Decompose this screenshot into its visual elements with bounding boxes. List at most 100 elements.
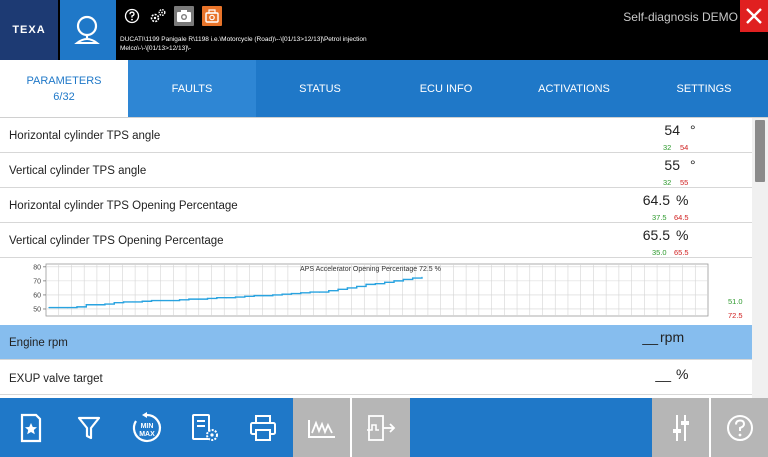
param-min: 32	[663, 143, 672, 152]
data-point	[197, 298, 199, 300]
data-point	[290, 292, 293, 295]
param-row[interactable]: Vertical cylinder TPS Opening Percentage…	[0, 223, 752, 258]
max-text: MAX	[139, 431, 155, 438]
header-bar: TEXA DUCATI\1199 Panigale R\1198 i.e.\Mo…	[0, 0, 768, 60]
data-point	[337, 288, 339, 290]
y-tick-label: 60	[33, 292, 41, 299]
param-row[interactable]: EXUP valve target __ %	[0, 360, 752, 395]
param-unit: °	[690, 157, 696, 173]
tab-ecu-info[interactable]: ECU INFO	[384, 60, 508, 118]
tab-faults[interactable]: FAULTS	[128, 60, 256, 118]
parameter-list: Horizontal cylinder TPS angle 54 ° 32 54…	[0, 118, 752, 398]
data-point	[123, 301, 125, 303]
param-value: 55	[664, 157, 680, 173]
param-row[interactable]: Vertical cylinder TPS angle 55 ° 32 55	[0, 153, 752, 188]
filter-button[interactable]	[60, 398, 118, 457]
data-point	[206, 297, 209, 300]
tab-ecu-info-label: ECU INFO	[419, 83, 473, 95]
graph-row[interactable]: 50 60 70 80 APS Accelerator Opening Percenta…	[0, 258, 752, 326]
signal-export-button[interactable]	[352, 398, 410, 457]
data-point	[85, 304, 87, 306]
param-min: 32	[663, 178, 672, 187]
camera-icon	[177, 10, 191, 22]
settings-list-icon	[192, 413, 218, 441]
tab-settings[interactable]: SETTINGS	[640, 60, 768, 118]
param-unit: %	[676, 366, 689, 382]
tab-faults-label: FAULTS	[171, 83, 213, 95]
y-tick-label: 80	[33, 264, 41, 271]
data-point	[281, 293, 283, 295]
data-point	[346, 287, 348, 289]
close-button[interactable]	[740, 0, 768, 32]
data-point	[356, 285, 358, 288]
param-label: Vertical cylinder TPS angle	[9, 165, 147, 177]
param-unit: %	[676, 227, 689, 243]
tab-bar: PARAMETERS 6/32 FAULTS STATUS ECU INFO A…	[0, 60, 768, 118]
settings-button[interactable]	[148, 6, 168, 26]
screenshot-button[interactable]	[174, 6, 194, 26]
param-row-selected[interactable]: Engine rpm __ rpm	[0, 325, 752, 360]
data-point	[48, 306, 50, 309]
favorites-button[interactable]	[2, 398, 60, 457]
param-max: 54	[680, 143, 689, 152]
param-label: Engine rpm	[9, 337, 68, 349]
graph-max: 72.5	[728, 311, 743, 320]
sliders-button[interactable]	[652, 398, 710, 457]
data-point	[272, 294, 274, 296]
tab-parameters[interactable]: PARAMETERS 6/32	[0, 60, 128, 118]
data-point	[328, 290, 330, 292]
texa-logo: TEXA	[0, 0, 60, 60]
min-text: MIN	[141, 423, 154, 430]
data-point	[76, 306, 78, 308]
tab-parameters-label: PARAMETERS	[26, 75, 102, 87]
data-point	[244, 295, 246, 297]
diagnosis-search-icon	[74, 15, 100, 44]
config-list-button[interactable]	[176, 398, 234, 457]
param-unit: °	[690, 122, 696, 138]
data-point	[421, 276, 423, 278]
scrollbar-thumb[interactable]	[755, 120, 765, 182]
param-max: 55	[680, 178, 689, 187]
help-toolbar-button[interactable]	[711, 398, 768, 457]
scrollbar[interactable]	[752, 118, 768, 398]
tab-activations[interactable]: ACTIVATIONS	[508, 60, 640, 118]
param-value: __	[642, 329, 658, 345]
data-point	[104, 303, 106, 305]
data-point	[393, 280, 395, 282]
print-button[interactable]	[234, 398, 292, 457]
tab-settings-label: SETTINGS	[676, 83, 732, 95]
gears-icon	[150, 9, 166, 23]
param-unit: rpm	[660, 329, 685, 345]
graph-icon	[308, 419, 335, 438]
diagnosis-search-button[interactable]	[60, 0, 116, 60]
param-row[interactable]: Horizontal cylinder TPS Opening Percenta…	[0, 188, 752, 223]
data-point	[113, 302, 115, 304]
help-button[interactable]	[122, 6, 142, 26]
param-row[interactable]: Horizontal cylinder TPS angle 54 ° 32 54	[0, 118, 752, 153]
param-label: EXUP valve target	[9, 373, 103, 385]
data-point	[309, 291, 311, 293]
record-button[interactable]	[202, 6, 222, 26]
data-point	[262, 295, 265, 297]
param-label: Vertical cylinder TPS Opening Percentage	[9, 235, 224, 247]
window-title: Self-diagnosis DEMO	[623, 10, 738, 24]
print-icon	[250, 414, 276, 441]
graph-view-button[interactable]	[293, 398, 351, 457]
min-max-button[interactable]: MIN MAX	[118, 398, 176, 457]
param-label: Horizontal cylinder TPS angle	[9, 130, 161, 142]
param-max: 64.5	[674, 213, 689, 222]
param-min: 37.5	[652, 213, 667, 222]
data-point	[412, 277, 414, 279]
data-point	[318, 291, 321, 293]
close-icon	[746, 8, 762, 24]
data-point	[234, 296, 237, 298]
data-point	[169, 299, 171, 302]
y-tick-label: 70	[33, 278, 41, 285]
tab-status-label: STATUS	[299, 83, 341, 95]
vehicle-line-1: DUCATI\1199 Panigale R\1198 i.e.\Motorcy…	[120, 36, 367, 43]
data-point	[160, 299, 162, 302]
tab-status[interactable]: STATUS	[256, 60, 384, 118]
vehicle-info: DUCATI\1199 Panigale R\1198 i.e.\Motorcy…	[120, 36, 450, 53]
param-value: __	[655, 366, 671, 382]
tab-activations-label: ACTIVATIONS	[538, 83, 610, 95]
